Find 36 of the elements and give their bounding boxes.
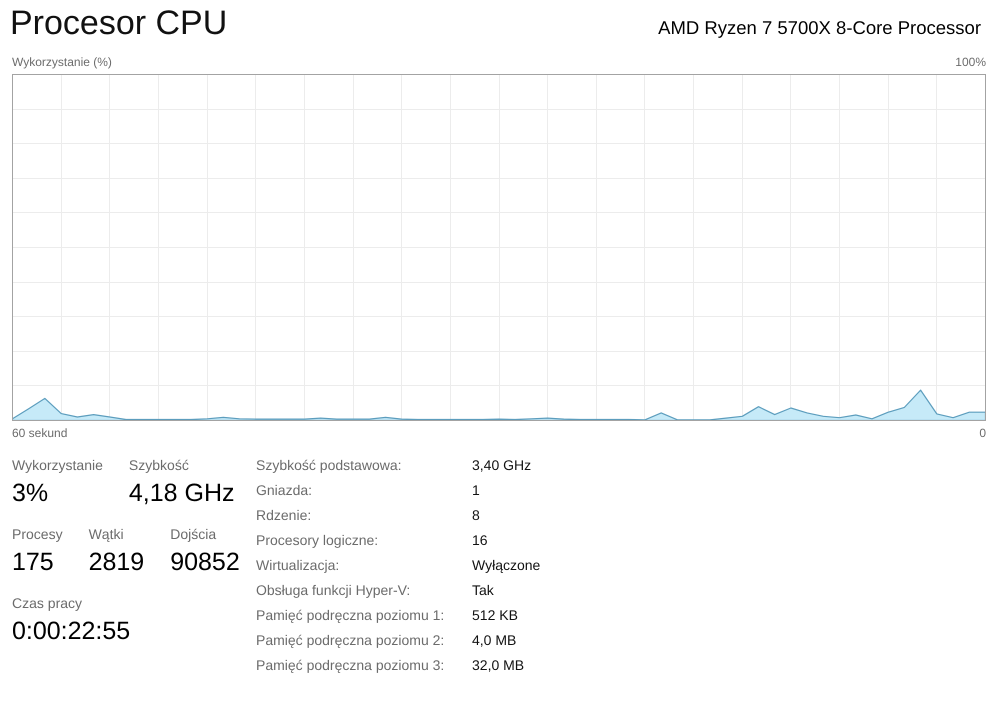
detail-label: Pamięć podręczna poziomu 3: [256,656,446,675]
stat-value: 175 [12,547,55,578]
detail-label: Pamięć podręczna poziomu 1: [256,606,446,625]
graph-start-label: 60 sekund [12,425,68,441]
detail-value: 16 [472,531,489,550]
graph-end-label: 0 [979,425,986,441]
stat-label: Dojścia [170,525,218,544]
detail-label: Pamięć podręczna poziomu 2: [256,631,446,650]
stat-value: 90852 [170,547,240,578]
stat-label: Procesy [12,525,63,544]
detail-label: Rdzenie: [256,506,312,525]
stat-value: 2819 [88,547,144,578]
detail-label: Szybkość podstawowa: [256,456,403,475]
detail-label: Obsługa funkcji Hyper-V: [256,581,412,600]
detail-label: Procesory logiczne: [256,531,380,550]
stat-value: 3% [12,478,50,509]
page-title: Procesor CPU [10,3,228,44]
stat-label: Szybkość [128,456,190,475]
graph-label: Wykorzystanie (%) [12,54,112,70]
detail-value: 8 [472,506,481,525]
detail-value: 32,0 MB [472,656,526,675]
detail-value: Tak [472,581,495,600]
detail-value: 3,40 GHz [472,456,532,475]
detail-label: Gniazda: [256,481,314,500]
stat-label: Wątki [88,525,125,544]
detail-value: 512 KB [472,606,519,625]
detail-label: Wirtualizacja: [256,556,340,575]
detail-value: 1 [472,481,481,500]
processor-name: AMD Ryzen 7 5700X 8-Core Processor [658,16,981,40]
stat-label: Wykorzystanie [12,456,103,475]
detail-value: 4,0 MB [472,631,518,650]
detail-value: Wyłączone [472,556,540,575]
stat-value: 0:00:22:55 [12,616,130,647]
graph-max-label: 100% [955,54,986,70]
stat-value: 4,18 GHz [128,478,235,509]
stat-label: Czas pracy [12,594,84,613]
